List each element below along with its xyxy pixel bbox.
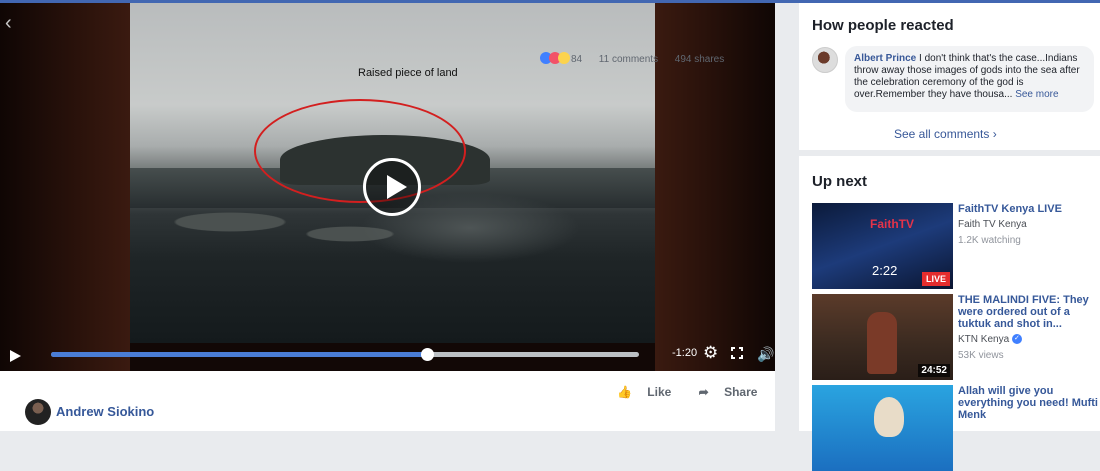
progress-handle[interactable] [421, 348, 435, 361]
author-name[interactable]: Andrew Siokino [56, 404, 154, 419]
progress-bar[interactable] [51, 348, 639, 361]
thumbnail-time: 2:22 [872, 263, 898, 278]
channel-name[interactable]: KTN Kenya [958, 334, 1009, 345]
video-title[interactable]: FaithTV Kenya LIVE [958, 203, 1098, 215]
view-count: 1.2K watching [958, 235, 1021, 246]
see-all-comments-link[interactable]: See all comments › [894, 127, 997, 141]
chevron-right-icon: › [992, 127, 997, 141]
gear-icon[interactable]: ⚙ [703, 343, 718, 363]
play-button[interactable] [10, 350, 21, 362]
comment-bubble: Albert Prince I don't think that's the c… [845, 46, 1094, 112]
back-chevron-icon[interactable]: ‹ [5, 13, 12, 33]
like-button[interactable]: 👍 Like [617, 385, 683, 399]
avatar[interactable] [812, 47, 838, 73]
duration-badge: 24:52 [918, 364, 950, 377]
video-thumbnail[interactable]: FaithTV 2:22 LIVE [812, 203, 953, 289]
panel-title: Up next [812, 173, 868, 190]
panel-gutter [777, 3, 797, 431]
progress-fill [51, 352, 428, 357]
post-info: 👍 Like ➦ Share ••• Andrew Siokino [0, 371, 797, 431]
thumbnail-logo: FaithTV [870, 217, 914, 231]
video-thumbnail[interactable]: 24:52 [812, 294, 953, 380]
volume-icon[interactable]: 🔊 [757, 345, 774, 363]
like-icon: 👍 [617, 385, 632, 399]
comments-count[interactable]: 11 comments [599, 54, 658, 65]
reactions-panel: How people reacted Albert Prince I don't… [799, 3, 1100, 150]
reaction-icons[interactable] [540, 52, 570, 67]
video-controls: -1:20 ⚙ 🔊 [0, 339, 775, 371]
video-title[interactable]: THE MALINDI FIVE: They were ordered out … [958, 294, 1098, 330]
video-annotation: Raised piece of land [358, 67, 458, 79]
share-button[interactable]: ➦ Share [699, 385, 770, 399]
up-next-panel: Up next FaithTV 2:22 LIVE FaithTV Kenya … [799, 156, 1100, 471]
time-remaining: -1:20 [672, 347, 698, 359]
panel-title: How people reacted [812, 17, 954, 34]
avatar[interactable] [25, 399, 51, 425]
highlight-ellipse [254, 99, 466, 203]
video-title[interactable]: Allah will give you everything you need!… [958, 385, 1098, 421]
share-icon: ➦ [698, 385, 709, 399]
view-count: 53K views [958, 350, 1004, 361]
shares-count[interactable]: 494 shares [675, 54, 724, 65]
post-stats: 84 11 comments 494 shares [540, 52, 724, 67]
comment-author[interactable]: Albert Prince [854, 53, 916, 64]
channel-name[interactable]: Faith TV Kenya [958, 219, 1098, 231]
see-more-link[interactable]: See more [1012, 89, 1058, 100]
live-badge: LIVE [921, 272, 950, 286]
video-thumbnail[interactable] [812, 385, 953, 471]
verified-icon: ✓ [1011, 334, 1022, 345]
fullscreen-icon[interactable] [731, 347, 743, 359]
play-icon[interactable] [363, 158, 421, 216]
reaction-count[interactable]: 84 [571, 54, 582, 65]
